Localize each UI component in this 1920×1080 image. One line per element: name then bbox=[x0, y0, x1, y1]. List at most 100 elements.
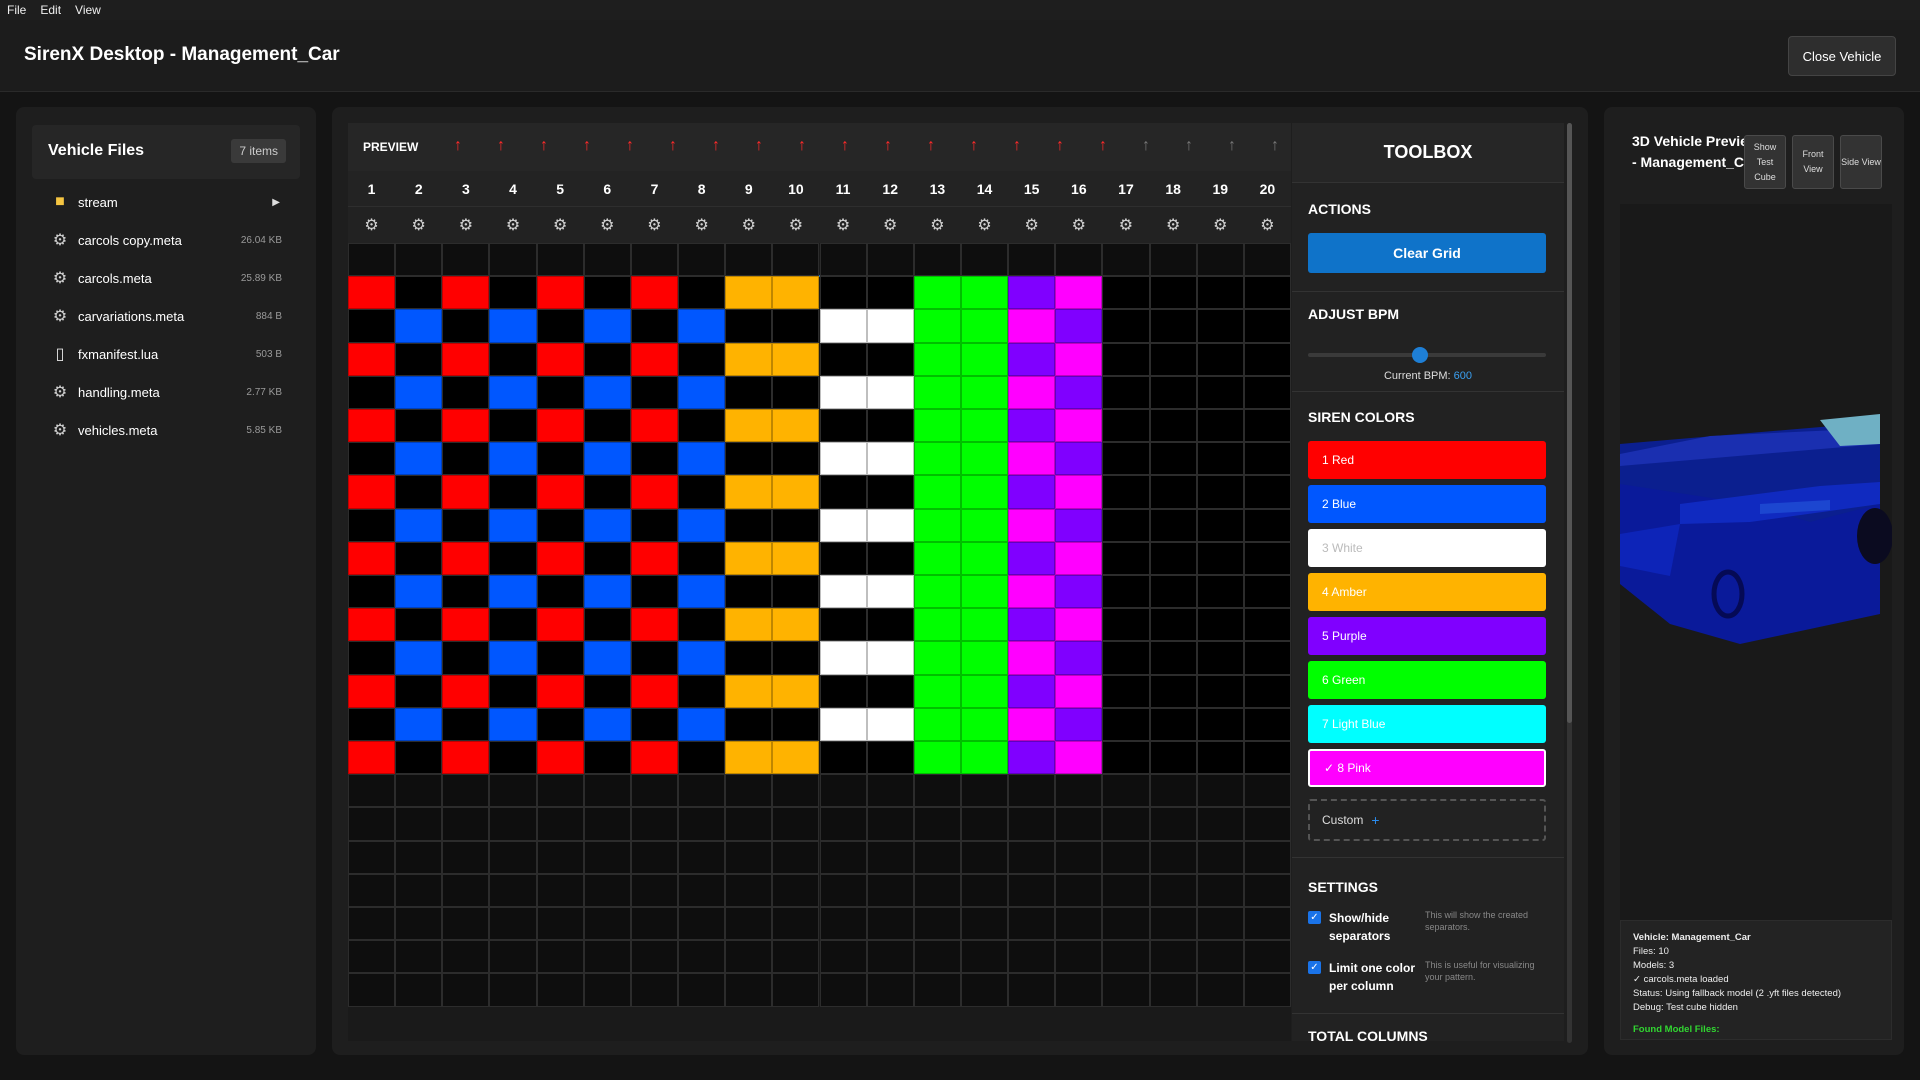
grid-cell[interactable] bbox=[1008, 575, 1056, 609]
grid-cell[interactable] bbox=[630, 442, 679, 476]
grid-cell[interactable] bbox=[536, 475, 584, 509]
grid-cell[interactable] bbox=[1008, 741, 1056, 775]
grid-cell[interactable] bbox=[772, 276, 820, 310]
grid-cell[interactable] bbox=[772, 309, 820, 343]
grid-cell[interactable] bbox=[772, 873, 820, 907]
grid-cell[interactable] bbox=[1149, 973, 1197, 1007]
grid-cell[interactable] bbox=[630, 342, 679, 376]
grid-cell[interactable] bbox=[772, 707, 820, 741]
grid-cell[interactable] bbox=[489, 873, 537, 907]
checkbox-checked-icon[interactable]: ✓ bbox=[1308, 911, 1321, 924]
grid-cell[interactable] bbox=[725, 774, 773, 808]
grid-cell[interactable] bbox=[678, 309, 726, 343]
grid-cell[interactable] bbox=[866, 807, 914, 841]
grid-cell[interactable] bbox=[866, 741, 914, 775]
grid-cell[interactable] bbox=[348, 973, 396, 1007]
grid-cell[interactable] bbox=[442, 276, 490, 310]
grid-cell[interactable] bbox=[725, 674, 773, 708]
grid-cell[interactable] bbox=[395, 641, 443, 675]
grid-cell[interactable] bbox=[348, 608, 396, 642]
grid-cell[interactable] bbox=[772, 641, 820, 675]
grid-cell[interactable] bbox=[1102, 940, 1150, 974]
grid-cell[interactable] bbox=[489, 442, 537, 476]
grid-cell[interactable] bbox=[960, 807, 1009, 841]
grid-cell[interactable] bbox=[1243, 641, 1291, 675]
grid-cell[interactable] bbox=[1243, 475, 1291, 509]
grid-cell[interactable] bbox=[1243, 840, 1291, 874]
grid-cell[interactable] bbox=[395, 342, 443, 376]
grid-cell[interactable] bbox=[630, 575, 679, 609]
grid-cell[interactable] bbox=[1243, 807, 1291, 841]
grid-cell[interactable] bbox=[725, 940, 773, 974]
grid-cell[interactable] bbox=[913, 276, 961, 310]
grid-cell[interactable] bbox=[348, 243, 396, 277]
grid-cell[interactable] bbox=[960, 873, 1009, 907]
grid-cell[interactable] bbox=[819, 641, 867, 675]
grid-cell[interactable] bbox=[536, 973, 584, 1007]
grid-cell[interactable] bbox=[583, 940, 631, 974]
grid-cell[interactable] bbox=[819, 608, 867, 642]
grid-cell[interactable] bbox=[442, 541, 490, 575]
grid-cell[interactable] bbox=[489, 741, 537, 775]
grid-cell[interactable] bbox=[678, 907, 726, 941]
grid-cell[interactable] bbox=[630, 641, 679, 675]
grid-cell[interactable] bbox=[725, 973, 773, 1007]
grid-cell[interactable] bbox=[536, 276, 584, 310]
grid-cell[interactable] bbox=[489, 276, 537, 310]
grid-cell[interactable] bbox=[866, 707, 914, 741]
file-item[interactable]: ⚙ vehicles.meta 5.85 KB bbox=[50, 418, 300, 442]
grid-cell[interactable] bbox=[819, 276, 867, 310]
grid-cell[interactable] bbox=[536, 309, 584, 343]
grid-cell[interactable] bbox=[1102, 575, 1150, 609]
grid-cell[interactable] bbox=[772, 940, 820, 974]
grid-cell[interactable] bbox=[489, 940, 537, 974]
grid-cell[interactable] bbox=[866, 409, 914, 443]
grid-cell[interactable] bbox=[960, 641, 1009, 675]
menu-view[interactable]: View bbox=[75, 3, 101, 17]
grid-cell[interactable] bbox=[348, 575, 396, 609]
grid-cell[interactable] bbox=[630, 375, 679, 409]
grid-cell[interactable] bbox=[630, 475, 679, 509]
file-item[interactable]: ⚙ carcols.meta 25.89 KB bbox=[50, 266, 300, 290]
grid-cell[interactable] bbox=[1196, 873, 1244, 907]
column-settings-gear-icon[interactable]: ⚙ bbox=[1197, 215, 1244, 235]
grid-cell[interactable] bbox=[678, 741, 726, 775]
grid-cell[interactable] bbox=[348, 873, 396, 907]
grid-cell[interactable] bbox=[866, 840, 914, 874]
close-vehicle-button[interactable]: Close Vehicle bbox=[1788, 36, 1896, 76]
grid-cell[interactable] bbox=[725, 243, 773, 277]
grid-cell[interactable] bbox=[772, 907, 820, 941]
column-settings-gear-icon[interactable]: ⚙ bbox=[725, 215, 772, 235]
grid-cell[interactable] bbox=[442, 409, 490, 443]
grid-cell[interactable] bbox=[348, 741, 396, 775]
grid-cell[interactable] bbox=[725, 541, 773, 575]
grid-cell[interactable] bbox=[583, 641, 631, 675]
column-settings-gear-icon[interactable]: ⚙ bbox=[584, 215, 631, 235]
grid-cell[interactable] bbox=[630, 774, 679, 808]
grid-cell[interactable] bbox=[348, 807, 396, 841]
grid-cell[interactable] bbox=[1149, 707, 1197, 741]
grid-cell[interactable] bbox=[1102, 840, 1150, 874]
grid-cell[interactable] bbox=[819, 309, 867, 343]
grid-cell[interactable] bbox=[1196, 409, 1244, 443]
grid-cell[interactable] bbox=[1243, 873, 1291, 907]
grid-cell[interactable] bbox=[395, 409, 443, 443]
grid-cell[interactable] bbox=[583, 674, 631, 708]
grid-cell[interactable] bbox=[583, 243, 631, 277]
grid-cell[interactable] bbox=[678, 940, 726, 974]
grid-cell[interactable] bbox=[819, 840, 867, 874]
grid-cell[interactable] bbox=[630, 309, 679, 343]
grid-cell[interactable] bbox=[866, 541, 914, 575]
grid-cell[interactable] bbox=[1243, 375, 1291, 409]
grid-cell[interactable] bbox=[678, 243, 726, 277]
grid-cell[interactable] bbox=[1243, 907, 1291, 941]
custom-color-button[interactable]: Custom + bbox=[1308, 799, 1546, 841]
grid-cell[interactable] bbox=[630, 508, 679, 542]
grid-cell[interactable] bbox=[819, 741, 867, 775]
column-settings-gear-icon[interactable]: ⚙ bbox=[537, 215, 584, 235]
grid-cell[interactable] bbox=[866, 608, 914, 642]
grid-cell[interactable] bbox=[772, 608, 820, 642]
grid-cell[interactable] bbox=[630, 674, 679, 708]
grid-cell[interactable] bbox=[1196, 973, 1244, 1007]
grid-cell[interactable] bbox=[1055, 276, 1103, 310]
